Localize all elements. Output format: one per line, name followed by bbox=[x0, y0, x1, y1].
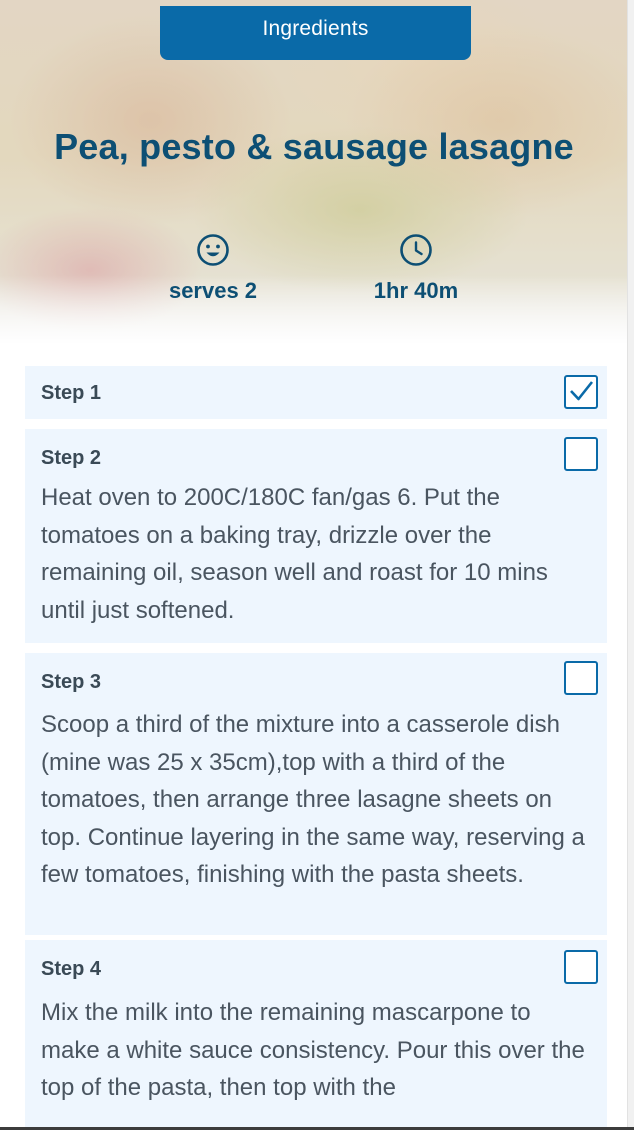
step-card-4: Step 4 Mix the milk into the remaining m… bbox=[25, 940, 607, 1130]
step-title: Step 3 bbox=[41, 671, 102, 693]
step-instructions: Scoop a third of the mixture into a cass… bbox=[41, 711, 585, 888]
ingredients-tab[interactable]: Ingredients bbox=[160, 6, 471, 60]
time-info: 1hr 40m bbox=[341, 233, 491, 304]
step-title: Step 4 bbox=[41, 958, 102, 980]
step-4-checkbox[interactable] bbox=[564, 950, 598, 984]
serves-label: serves 2 bbox=[168, 278, 258, 303]
step-instructions: Mix the milk into the remaining mascarpo… bbox=[41, 999, 585, 1101]
scrollbar-track[interactable] bbox=[627, 0, 634, 1130]
step-title: Step 2 bbox=[41, 447, 102, 469]
step-card-2: Step 2 Heat oven to 200C/180C fan/gas 6.… bbox=[25, 429, 607, 643]
step-instructions: Heat oven to 200C/180C fan/gas 6. Put th… bbox=[41, 484, 548, 624]
checkmark-icon bbox=[570, 381, 594, 401]
hero-fade bbox=[0, 275, 628, 345]
step-1-checkbox[interactable] bbox=[564, 375, 598, 409]
step-title: Step 1 bbox=[41, 382, 102, 404]
step-2-checkbox[interactable] bbox=[564, 437, 598, 471]
step-card-3: Step 3 Scoop a third of the mixture into… bbox=[25, 653, 607, 935]
serves-info: serves 2 bbox=[138, 233, 288, 304]
step-card-1: Step 1 bbox=[25, 366, 607, 419]
clock-icon bbox=[400, 234, 432, 266]
recipe-title: Pea, pesto & sausage lasagne bbox=[54, 126, 574, 167]
step-3-checkbox[interactable] bbox=[564, 661, 598, 695]
smiley-face-icon bbox=[197, 234, 229, 266]
time-label: 1hr 40m bbox=[373, 278, 459, 303]
